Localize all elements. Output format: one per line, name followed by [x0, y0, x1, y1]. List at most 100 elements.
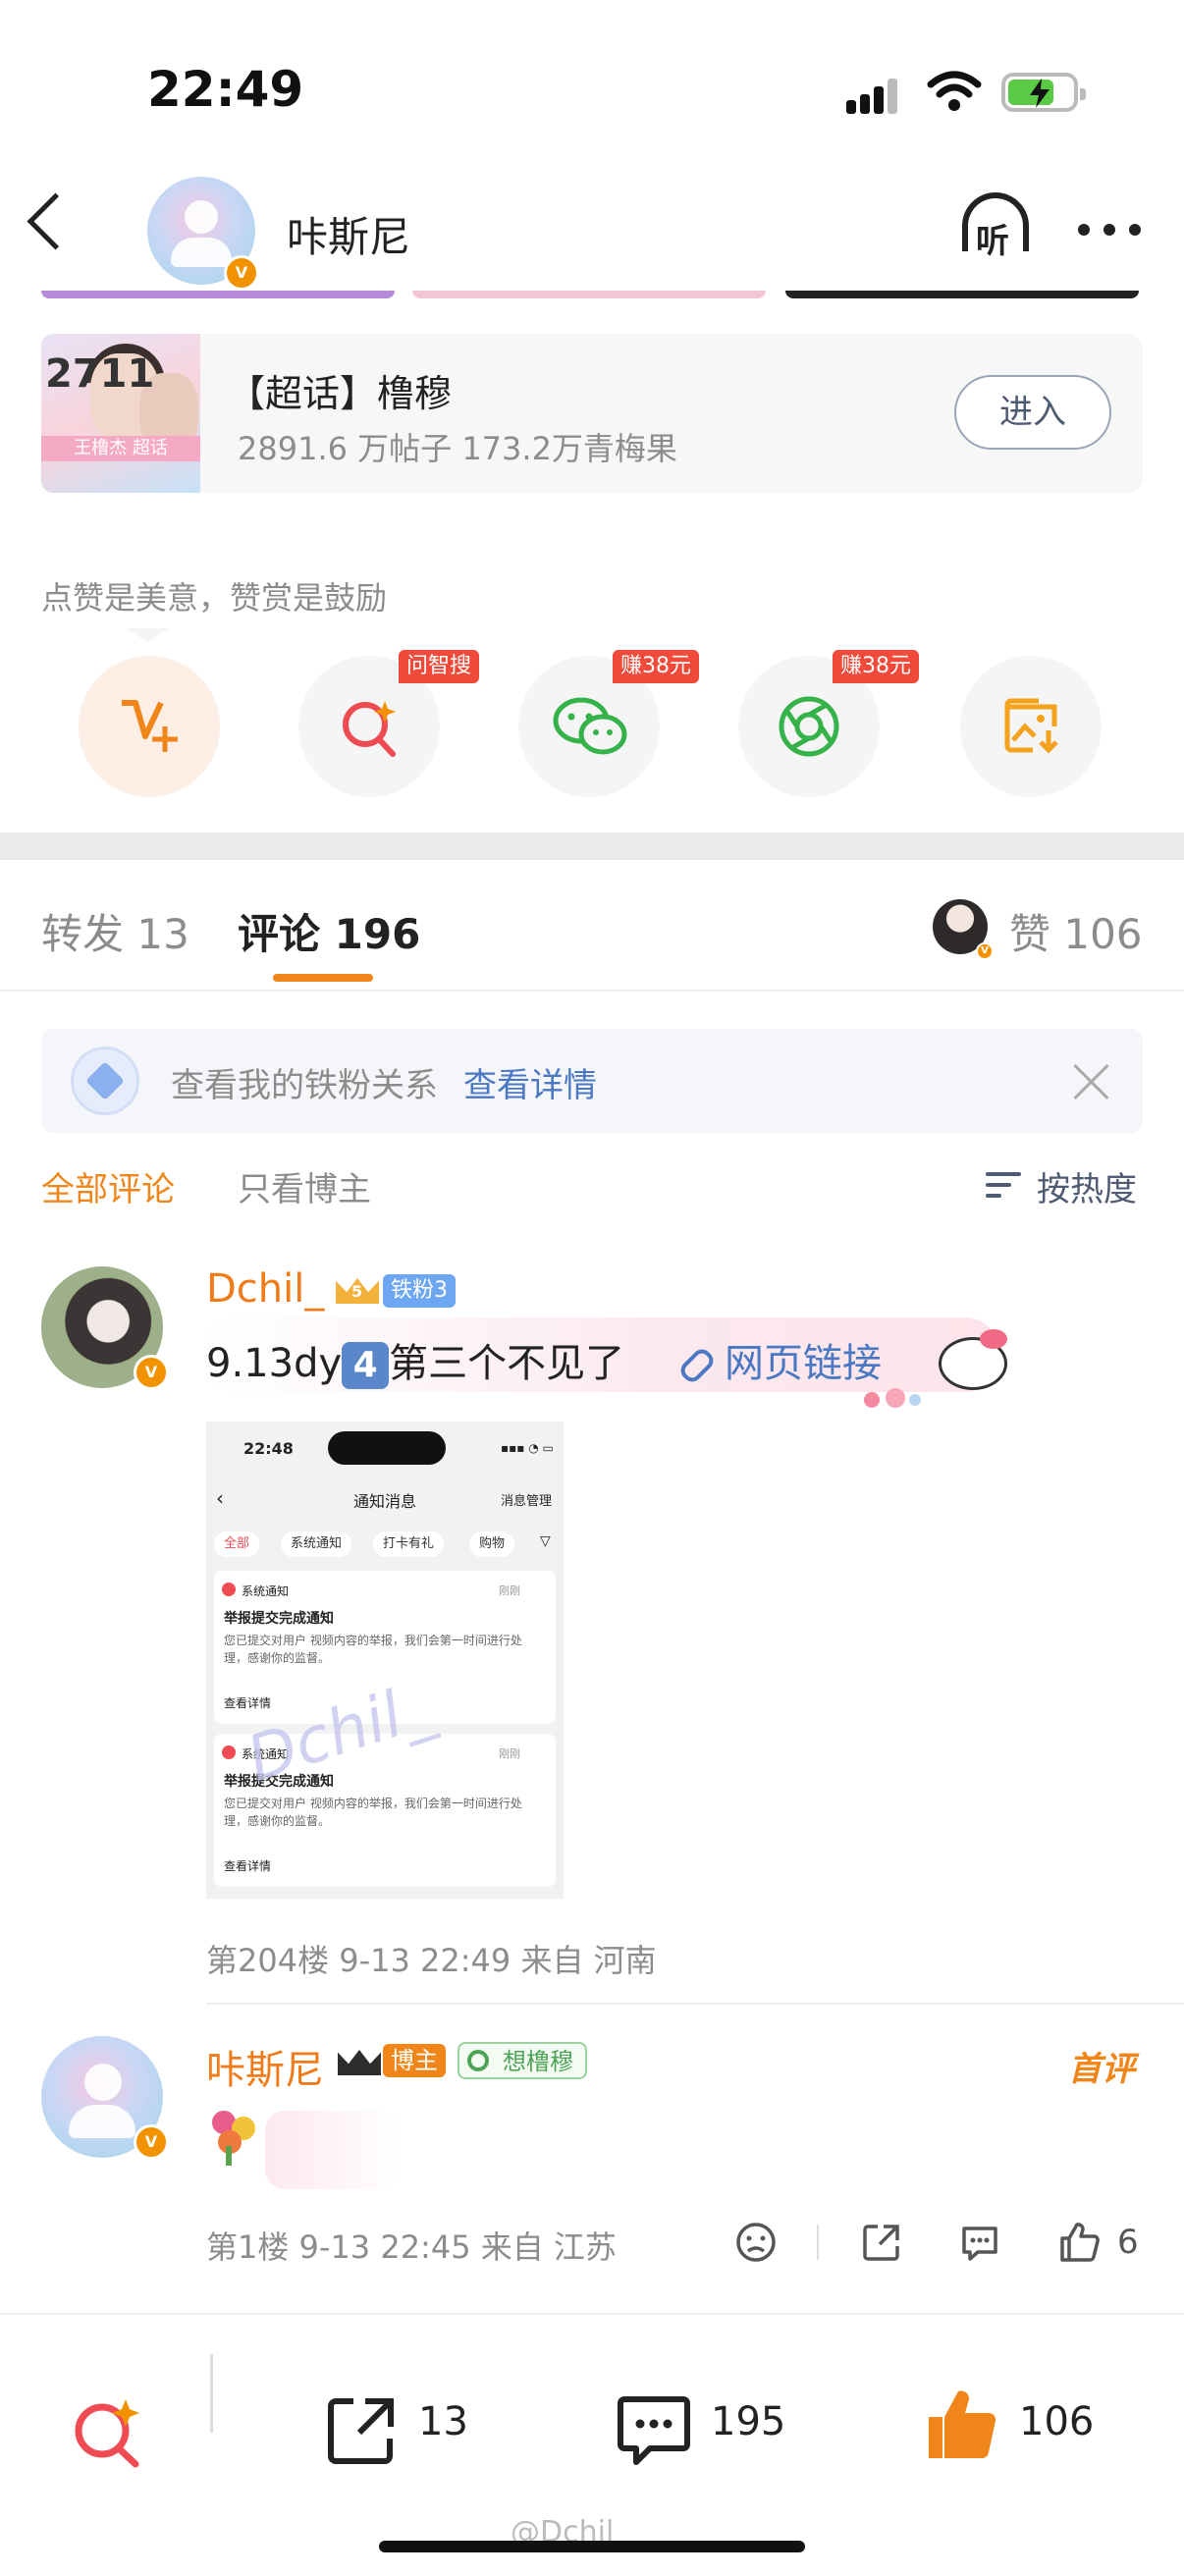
- save-image-button[interactable]: [960, 656, 1102, 797]
- fan-relation-banner[interactable]: 查看我的铁粉关系 查看详情: [41, 1029, 1143, 1133]
- interest-badge: 想橹穆: [457, 2042, 587, 2079]
- crown-badge-icon: [338, 2040, 381, 2079]
- tool-tag: 问智搜: [398, 650, 479, 683]
- link-icon: [676, 1345, 718, 1386]
- card-edge: [41, 291, 395, 298]
- filter-blogger-only[interactable]: 只看博主: [238, 1162, 371, 1210]
- comment-like-count: 6: [1117, 2223, 1139, 2262]
- comment-text-end: 第三个不见了: [389, 1341, 625, 1386]
- shot-card-detail: 查看详情: [224, 1696, 272, 1710]
- comment-count: 195: [711, 2399, 786, 2444]
- tabs-divider: [0, 990, 1184, 992]
- shot-pill: 全部: [214, 1531, 260, 1557]
- commenter-name[interactable]: Dchil_: [206, 1266, 324, 1312]
- interest-badge-label: 想橹穆: [503, 2048, 573, 2075]
- tab-repost[interactable]: 转发 13: [41, 901, 189, 961]
- comment-divider: [206, 2003, 1184, 2005]
- section-divider: [0, 832, 1184, 860]
- save-image-icon: [1004, 698, 1058, 754]
- commenter-avatar[interactable]: V: [41, 2036, 169, 2160]
- like-hint: 点赞是美意，赞赏是鼓励: [41, 579, 388, 617]
- share-wechat-button[interactable]: 赚38元: [518, 650, 699, 797]
- strawberry-decoration-icon: [864, 1388, 923, 1410]
- shot-card-time: 刚刚: [499, 1584, 520, 1597]
- wechat-icon: [553, 697, 627, 755]
- reward-button[interactable]: [79, 656, 220, 797]
- author-avatar[interactable]: V: [147, 177, 259, 291]
- verified-badge-icon: V: [134, 2124, 169, 2160]
- comment-icon: [618, 2396, 690, 2465]
- ai-search-icon: [343, 701, 396, 757]
- repost-count: 13: [418, 2399, 468, 2444]
- shot-card-title: 举报提交完成通知: [224, 1611, 334, 1627]
- commenter-avatar[interactable]: V: [41, 1266, 169, 1390]
- thumbs-up-icon: [929, 2390, 996, 2459]
- close-icon[interactable]: [1072, 1062, 1111, 1101]
- flower-emoji-icon: [206, 2107, 265, 2166]
- verified-badge-icon: V: [976, 942, 994, 960]
- like-icon[interactable]: [1058, 2221, 1102, 2264]
- shot-filter-icon: ▽: [540, 1533, 551, 1549]
- iron-fan-badge: 铁粉3: [383, 1274, 456, 1308]
- comment-meta: 第204楼 9-13 22:49 来自 河南: [206, 1942, 657, 1979]
- back-button[interactable]: [27, 192, 84, 250]
- super-topic-title: 【超话】橹穆: [228, 372, 453, 415]
- shot-manage: 消息管理: [501, 1494, 553, 1509]
- repost-button[interactable]: 13: [324, 2372, 501, 2470]
- shot-pill: 购物: [469, 1531, 515, 1557]
- card-edge: [412, 291, 766, 298]
- fan-relation-text: 查看我的铁粉关系: [171, 1066, 438, 1105]
- like-count: 106: [1019, 2399, 1095, 2444]
- crown-badge-icon: 5: [336, 1268, 379, 1308]
- share-icon[interactable]: [860, 2221, 903, 2264]
- tab-likes[interactable]: 赞 106: [1009, 901, 1143, 961]
- tab-comments[interactable]: 评论 196: [238, 901, 420, 961]
- share-moments-button[interactable]: 赚38元: [738, 650, 919, 797]
- shot-status-icons: ▪▪▪ ◔ ▭: [501, 1441, 554, 1455]
- author-name[interactable]: 咔斯尼: [287, 204, 410, 264]
- filter-all-comments[interactable]: 全部评论: [41, 1162, 175, 1210]
- web-link[interactable]: 网页链接: [676, 1331, 882, 1388]
- fan-diamond-icon: [71, 1046, 139, 1115]
- more-options-icon[interactable]: [1078, 224, 1141, 236]
- sort-icon[interactable]: [986, 1168, 1025, 1202]
- lollipop-icon: [467, 2050, 489, 2071]
- card-edge: [785, 291, 1139, 298]
- verified-badge-icon: V: [134, 1355, 169, 1390]
- super-topic-card[interactable]: 2711 王橹杰 超话 【超话】橹穆 2891.6 万帖子 173.2万青梅果 …: [41, 334, 1143, 493]
- ai-search-icon[interactable]: [69, 2393, 147, 2472]
- like-button[interactable]: 106: [923, 2372, 1119, 2470]
- first-comment-badge: 首评: [1068, 2050, 1135, 2089]
- shot-time: 22:48: [243, 1439, 294, 1458]
- battery-icon: [1001, 73, 1086, 112]
- commenter-name[interactable]: 咔斯尼: [206, 2038, 324, 2095]
- status-time: 22:49: [147, 61, 304, 118]
- enter-button[interactable]: 进入: [954, 375, 1111, 450]
- action-divider: [817, 2225, 819, 2260]
- fan-relation-link[interactable]: 查看详情: [463, 1058, 597, 1106]
- shot-pill: 系统通知: [281, 1531, 352, 1557]
- cover-number: 2711: [45, 351, 155, 397]
- comment-meta: 第1楼 9-13 22:45 来自 江苏: [206, 2228, 617, 2266]
- hint-pointer: [126, 628, 169, 642]
- comment-image[interactable]: 22:48 ▪▪▪ ◔ ▭ ‹ 通知消息 消息管理 全部 系统通知 打卡有礼 购…: [206, 1422, 564, 1899]
- sort-by-hot[interactable]: 按热度: [1037, 1162, 1137, 1210]
- repost-icon: [328, 2398, 394, 2464]
- shot-card-source: 系统通知: [242, 1584, 290, 1598]
- ai-search-button[interactable]: 问智搜: [298, 650, 479, 797]
- cover-banner: 王橹杰 超话: [41, 436, 200, 461]
- active-tab-indicator: [273, 974, 373, 982]
- tool-tag: 赚38元: [833, 650, 919, 683]
- crown-level: 5: [351, 1282, 363, 1301]
- home-indicator[interactable]: [379, 2541, 805, 2552]
- comment-button[interactable]: 195: [615, 2372, 811, 2470]
- listen-label: 听: [976, 222, 1009, 261]
- listen-button[interactable]: 听: [956, 192, 1039, 261]
- shot-card-body: 您已提交对用户 视频内容的举报，我们会第一时间进行处理，感谢你的监督。: [224, 1634, 522, 1665]
- reply-icon[interactable]: [958, 2221, 1001, 2264]
- dislike-icon[interactable]: [734, 2221, 778, 2264]
- moments-icon: [779, 696, 839, 757]
- shot-pill: 打卡有礼: [373, 1531, 445, 1557]
- web-link-label: 网页链接: [725, 1341, 882, 1386]
- blogger-badge: 博主: [383, 2044, 446, 2077]
